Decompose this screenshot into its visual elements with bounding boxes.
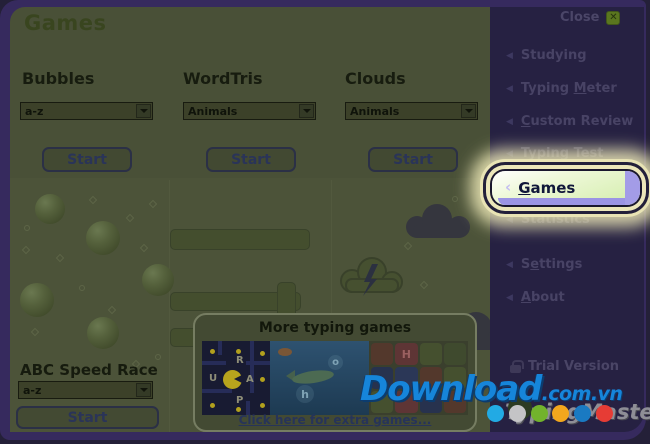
arrow-left-icon: ◀	[506, 83, 513, 94]
sea-letter: h	[296, 385, 314, 403]
tiles-game-thumbnail: H	[369, 341, 468, 415]
close-label: Close	[560, 10, 600, 25]
close-button[interactable]: Close ✕	[560, 10, 621, 25]
bubble-graphic	[142, 264, 174, 296]
sidebar-item-typing-test[interactable]: ◀ Typing Test	[506, 146, 603, 161]
popup-title: More typing games	[258, 320, 412, 336]
abc-level-value: a-z	[23, 383, 42, 397]
clownfish-icon	[278, 348, 292, 356]
app-window: Games Bubbles a-z Start WordTris Animals…	[0, 0, 650, 444]
bubble-graphic	[20, 283, 54, 317]
pacman-icon	[223, 370, 244, 389]
clouds-topic-select[interactable]: Animals	[345, 102, 478, 120]
dark-cloud-icon	[406, 204, 470, 238]
bubble-graphic	[35, 194, 65, 224]
sidebar-item-studying[interactable]: ◀ Studying	[506, 48, 587, 63]
sidebar-item-settings[interactable]: ◀ Settings	[506, 257, 582, 272]
lock-icon	[510, 359, 524, 373]
maze-letter: P	[236, 395, 244, 406]
sea-letter: o	[328, 355, 343, 370]
abc-start-button[interactable]: Start	[16, 406, 159, 429]
abc-speed-race-title: ABC Speed Race	[20, 361, 158, 379]
trial-version-label: Trial Version	[528, 359, 620, 374]
arrow-left-icon: ◀	[506, 259, 513, 270]
clouds-title: Clouds	[345, 69, 406, 88]
logo-dot-icon	[487, 405, 504, 422]
bubble-graphic	[87, 317, 119, 349]
wordtris-topic-select[interactable]: Animals	[183, 102, 316, 120]
page-title: Games	[24, 11, 107, 35]
logo-dot-icon	[552, 405, 569, 422]
wordtris-start-button[interactable]: Start	[206, 147, 296, 172]
maze-letter: U	[209, 373, 218, 384]
maze-game-thumbnail: R U A P	[202, 341, 270, 415]
sparkle-icon	[79, 285, 85, 291]
wordtris-title: WordTris	[183, 69, 263, 88]
bubble-graphic	[86, 221, 120, 255]
games-button-label: Games	[518, 179, 576, 197]
abc-level-select[interactable]: a-z	[18, 381, 153, 399]
chevron-down-icon	[461, 104, 476, 118]
storm-cloud-icon	[340, 257, 403, 296]
sidebar-item-custom-review[interactable]: ◀ Custom Review	[506, 114, 633, 129]
wordtris-block	[170, 229, 310, 250]
maze-letter: R	[236, 355, 244, 366]
chevron-down-icon	[299, 104, 314, 118]
sparkle-icon	[452, 196, 458, 202]
tile-letter: H	[395, 343, 418, 365]
extra-games-link[interactable]: Click here for extra games...	[195, 413, 475, 427]
clouds-topic-value: Animals	[350, 104, 400, 118]
sidebar-item-games-highlighted[interactable]: ‹ Games	[492, 171, 640, 205]
sparkle-icon	[155, 354, 161, 360]
chevron-down-icon	[136, 104, 151, 118]
bubbles-title: Bubbles	[22, 69, 95, 88]
bubbles-level-value: a-z	[25, 104, 44, 118]
arrow-left-icon: ◀	[506, 50, 513, 61]
more-games-popup: More typing games R U A P o h H Click he…	[193, 313, 477, 432]
fish-icon	[291, 368, 335, 386]
logo-dot-icon	[574, 405, 591, 422]
logo-dot-icon	[596, 405, 613, 422]
arrow-left-icon: ◀	[506, 116, 513, 127]
popup-thumbnails: R U A P o h H	[202, 341, 468, 415]
sidebar-item-typing-meter[interactable]: ◀ Typing Meter	[506, 81, 617, 96]
sidebar-item-about[interactable]: ◀ About	[506, 290, 565, 305]
bubbles-start-button[interactable]: Start	[42, 147, 132, 172]
arrow-left-icon: ◀	[506, 292, 513, 303]
sidebar-item-statistics[interactable]: ◀ Statistics	[506, 212, 590, 227]
chevron-down-icon	[136, 383, 151, 397]
close-icon: ✕	[606, 10, 621, 25]
chevron-left-icon: ‹	[505, 178, 512, 196]
sea-game-thumbnail: o h	[270, 341, 369, 415]
clouds-start-button[interactable]: Start	[368, 147, 458, 172]
trial-version-item[interactable]: Trial Version	[510, 359, 619, 374]
logo-dot-icon	[531, 405, 548, 422]
logo-dot-icon	[509, 405, 526, 422]
sparkle-icon	[24, 225, 30, 231]
arrow-left-icon: ◀	[506, 214, 513, 225]
wordtris-topic-value: Animals	[188, 104, 238, 118]
arrow-left-icon: ◀	[506, 148, 513, 159]
bubbles-level-select[interactable]: a-z	[20, 102, 153, 120]
maze-letter: A	[246, 374, 254, 385]
